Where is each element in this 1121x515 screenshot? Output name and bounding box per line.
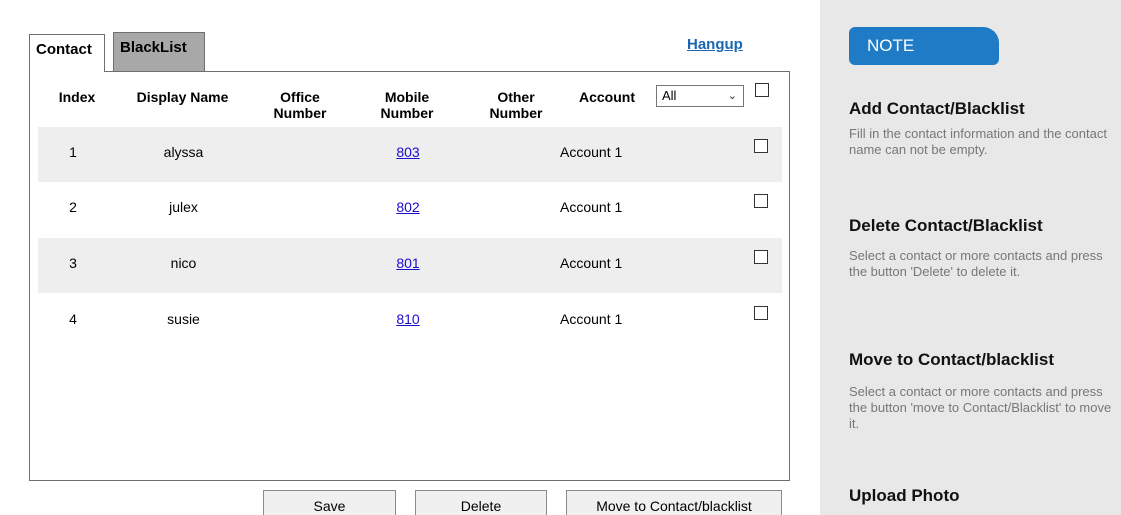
table-row: 1 alyssa 803 Account 1 xyxy=(38,127,782,182)
note-title: NOTE xyxy=(849,27,999,65)
header-index: Index xyxy=(58,89,96,105)
note-heading-add: Add Contact/Blacklist xyxy=(849,99,1025,118)
header-mobile-number: Mobile Number xyxy=(380,89,434,121)
contacts-pane: Contact BlackList Hangup Index Display N… xyxy=(0,0,820,515)
contacts-table: Index Display Name Office Number Mobile … xyxy=(29,71,790,481)
row-account: Account 1 xyxy=(560,199,623,215)
phone-directory-page: Contact BlackList Hangup Index Display N… xyxy=(0,0,1121,515)
select-all-checkbox[interactable] xyxy=(755,83,769,97)
header-other-number: Other Number xyxy=(489,89,543,121)
row-checkbox[interactable] xyxy=(754,306,768,320)
row-checkbox[interactable] xyxy=(754,194,768,208)
account-filter-value: All xyxy=(662,88,677,103)
delete-button[interactable]: Delete xyxy=(415,490,547,515)
row-account: Account 1 xyxy=(560,311,623,327)
note-text-delete: Select a contact or more contacts and pr… xyxy=(849,248,1103,279)
note-heading-upload-photo: Upload Photo xyxy=(849,486,960,505)
row-index: 1 xyxy=(69,144,77,160)
row-account: Account 1 xyxy=(560,255,623,271)
note-sidebar: NOTE Add Contact/Blacklist Fill in the c… xyxy=(820,0,1121,515)
row-mobile-number-link[interactable]: 810 xyxy=(383,311,433,327)
table-row: 2 julex 802 Account 1 xyxy=(38,182,782,237)
hangup-link[interactable]: Hangup xyxy=(687,36,743,53)
row-account: Account 1 xyxy=(560,144,623,160)
table-row: 4 susie 810 Account 1 xyxy=(38,294,782,349)
row-index: 3 xyxy=(69,255,77,271)
table-row: 3 nico 801 Account 1 xyxy=(38,238,782,293)
row-display-name: susie xyxy=(167,311,200,327)
row-index: 2 xyxy=(69,199,77,215)
note-text-add: Fill in the contact information and the … xyxy=(849,126,1107,157)
tab-contact[interactable]: Contact xyxy=(29,34,105,72)
row-mobile-number-link[interactable]: 803 xyxy=(383,144,433,160)
move-to-contact-blacklist-button[interactable]: Move to Contact/blacklist xyxy=(566,490,782,515)
note-heading-move: Move to Contact/blacklist xyxy=(849,350,1054,369)
row-mobile-number-link[interactable]: 802 xyxy=(383,199,433,215)
note-text-move: Select a contact or more contacts and pr… xyxy=(849,384,1112,431)
row-index: 4 xyxy=(69,311,77,327)
row-checkbox[interactable] xyxy=(754,139,768,153)
chevron-down-icon: ⌄ xyxy=(727,90,737,102)
header-display-name: Display Name xyxy=(136,89,229,105)
row-checkbox[interactable] xyxy=(754,250,768,264)
header-account: Account xyxy=(579,89,635,105)
row-display-name: nico xyxy=(170,255,197,271)
header-office-number: Office Number xyxy=(273,89,327,121)
row-mobile-number-link[interactable]: 801 xyxy=(383,255,433,271)
row-display-name: alyssa xyxy=(163,144,204,160)
account-filter-select[interactable]: All ⌄ xyxy=(656,85,744,107)
note-heading-delete: Delete Contact/Blacklist xyxy=(849,216,1043,235)
tab-blacklist[interactable]: BlackList xyxy=(113,32,205,72)
save-button[interactable]: Save xyxy=(263,490,396,515)
row-display-name: julex xyxy=(169,199,198,215)
